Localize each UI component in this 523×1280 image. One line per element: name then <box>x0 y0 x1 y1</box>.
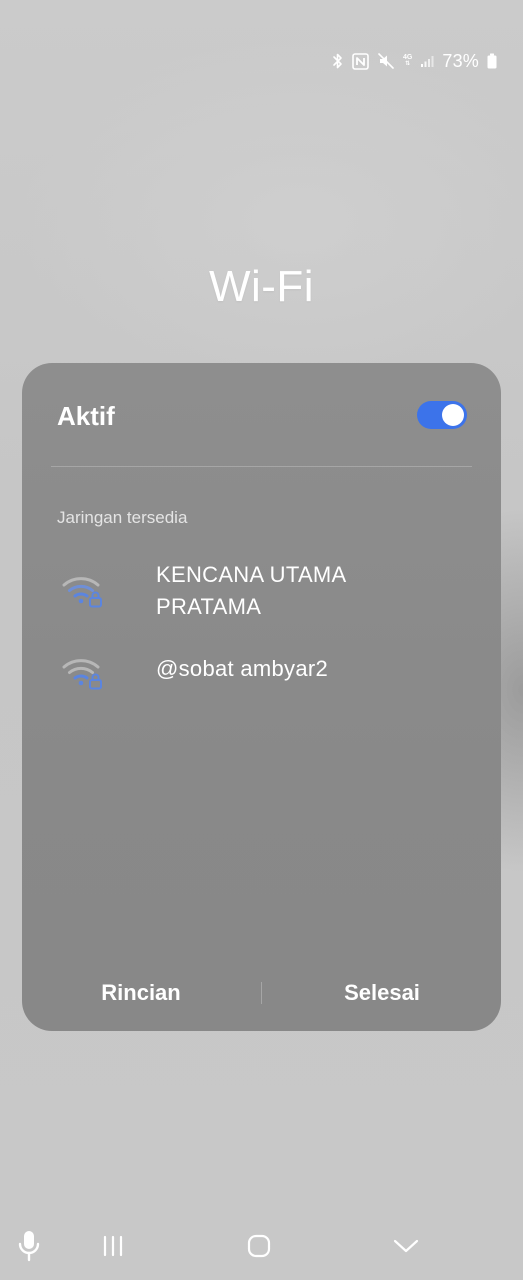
panel-footer: Rincian Selesai <box>22 977 501 1009</box>
recents-icon <box>103 1235 123 1257</box>
network-name: @sobat ambyar2 <box>156 656 329 681</box>
signal-icon <box>421 56 434 67</box>
mute-icon <box>378 53 394 69</box>
microphone-icon <box>18 1231 40 1262</box>
home-button[interactable] <box>242 1222 276 1270</box>
battery-percent: 73% <box>442 50 479 71</box>
back-button[interactable] <box>389 1222 423 1270</box>
details-button[interactable]: Rincian <box>41 977 241 1009</box>
wifi-toggle-switch[interactable] <box>417 401 467 429</box>
battery-icon <box>487 53 497 69</box>
network-item[interactable]: KENCANA UTAMA PRATAMA <box>60 559 460 625</box>
footer-divider <box>261 982 262 1004</box>
navigation-bar <box>0 1222 523 1270</box>
wifi-panel: Aktif Jaringan tersedia KENCANA UTAMA PR… <box>22 363 501 1031</box>
network-type: 4G ⇅ <box>403 54 413 67</box>
back-chevron-icon <box>393 1239 419 1253</box>
microphone-button[interactable] <box>12 1222 46 1270</box>
nfc-icon <box>352 52 369 70</box>
wifi-toggle-row[interactable]: Aktif <box>57 397 467 433</box>
done-button[interactable]: Selesai <box>282 977 482 1009</box>
status-bar: 4G ⇅ 73% <box>332 48 497 74</box>
available-networks-label: Jaringan tersedia <box>57 508 188 527</box>
wifi-lock-icon <box>62 659 102 690</box>
home-icon <box>247 1234 271 1258</box>
toggle-label: Aktif <box>57 401 115 431</box>
page-title: Wi-Fi <box>208 262 315 311</box>
network-item[interactable]: @sobat ambyar2 <box>60 653 460 690</box>
bluetooth-icon <box>333 53 342 69</box>
divider <box>51 466 472 467</box>
switch-knob <box>442 404 464 426</box>
wifi-lock-icon <box>62 577 102 608</box>
network-name: KENCANA UTAMA PRATAMA <box>156 562 346 619</box>
recents-button[interactable] <box>96 1222 130 1270</box>
